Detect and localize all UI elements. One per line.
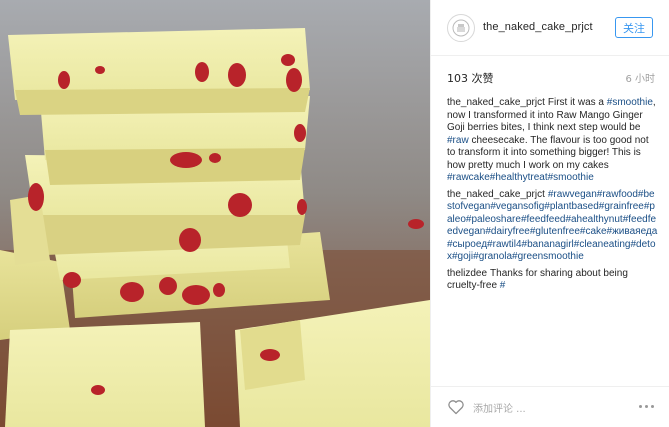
hashtag-link[interactable]: #rawcake#healthytreat#smoothie (447, 172, 594, 183)
hashtag-link[interactable]: # (500, 280, 506, 291)
comment-text: First it was a (547, 97, 607, 108)
post-header: the_naked_cake_prjct 关注 (431, 0, 669, 56)
comment-username[interactable]: the_naked_cake_prjct (447, 189, 545, 200)
likes-row: 103 次赞 6 小时 (447, 70, 655, 86)
hashtag-link[interactable]: #smoothie (607, 97, 653, 108)
post-panel: the_naked_cake_prjct 关注 103 次赞 6 小时 the_… (430, 0, 669, 427)
comment-text: cheesecake. The flavour is too good not … (447, 134, 649, 171)
comments-list: the_naked_cake_prjct First it was a #smoo… (447, 97, 659, 382)
cake-logo-icon (452, 19, 470, 37)
hashtag-link[interactable]: #raw (447, 135, 469, 146)
heart-icon[interactable] (447, 399, 465, 415)
avatar[interactable] (447, 14, 475, 42)
comment-username[interactable]: thelizdee (447, 268, 487, 279)
add-comment-input[interactable]: 添加评论 ... (473, 400, 526, 415)
username-link[interactable]: the_naked_cake_prjct (483, 21, 593, 33)
post-time: 6 小时 (625, 74, 655, 85)
more-options-icon[interactable] (639, 405, 654, 408)
follow-button[interactable]: 关注 (615, 17, 653, 38)
comment-item: the_naked_cake_prjct #rawvegan#rawfood#be… (447, 189, 659, 264)
comment-username[interactable]: the_naked_cake_prjct (447, 97, 545, 108)
likes-count[interactable]: 103 次赞 (447, 70, 494, 86)
goji-bites-image (0, 0, 430, 427)
post-footer: 添加评论 ... (431, 386, 669, 427)
comment-item: thelizdee Thanks for sharing about being … (447, 268, 659, 293)
post-photo[interactable] (0, 0, 430, 427)
comment-item: the_naked_cake_prjct First it was a #smoo… (447, 97, 659, 185)
